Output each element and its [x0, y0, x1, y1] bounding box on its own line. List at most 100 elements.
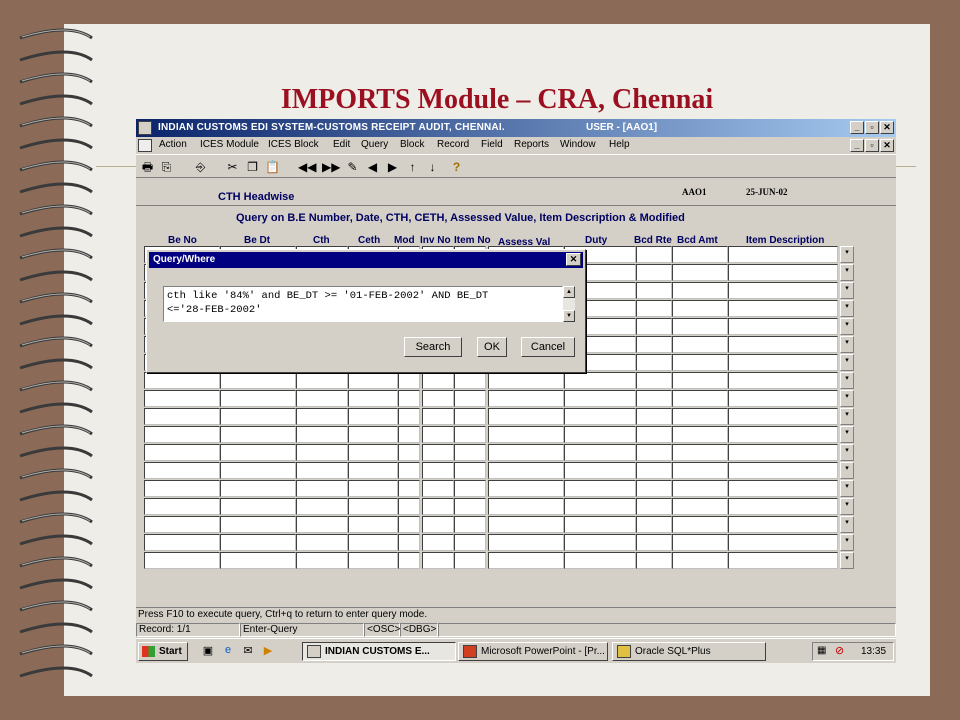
- grid-cell[interactable]: [672, 246, 728, 263]
- scroll-up-icon[interactable]: ▲: [563, 286, 575, 298]
- grid-cell[interactable]: [564, 462, 636, 479]
- grid-cell[interactable]: [144, 462, 220, 479]
- grid-cell[interactable]: [296, 552, 348, 569]
- grid-cell[interactable]: [144, 534, 220, 551]
- minimize-button[interactable]: _: [850, 121, 864, 134]
- row-lov-button[interactable]: ▾: [840, 372, 854, 389]
- grid-cell[interactable]: [348, 552, 398, 569]
- menu-edit[interactable]: Edit: [333, 139, 350, 150]
- query-where-text[interactable]: cth like '84%' and BE_DT >= '01-FEB-2002…: [163, 286, 563, 322]
- doc-close-button[interactable]: ✕: [880, 139, 894, 152]
- grid-cell[interactable]: [728, 282, 838, 299]
- grid-cell[interactable]: [564, 552, 636, 569]
- grid-cell[interactable]: [564, 444, 636, 461]
- ok-button[interactable]: OK: [477, 337, 507, 357]
- cancel-button[interactable]: Cancel: [521, 337, 575, 357]
- grid-cell[interactable]: [488, 480, 564, 497]
- row-lov-button[interactable]: ▾: [840, 498, 854, 515]
- row-lov-button[interactable]: ▾: [840, 462, 854, 479]
- grid-cell[interactable]: [296, 480, 348, 497]
- grid-cell[interactable]: [220, 480, 296, 497]
- down-arrow-icon[interactable]: ↓: [424, 159, 441, 175]
- desktop-icon[interactable]: ▣: [200, 644, 216, 659]
- grid-cell[interactable]: [728, 390, 838, 407]
- grid-cell[interactable]: [564, 372, 636, 389]
- grid-cell[interactable]: [454, 408, 486, 425]
- grid-cell[interactable]: [636, 390, 672, 407]
- row-lov-button[interactable]: ▾: [840, 390, 854, 407]
- grid-cell[interactable]: [488, 390, 564, 407]
- grid-cell[interactable]: [454, 498, 486, 515]
- grid-cell[interactable]: [348, 444, 398, 461]
- grid-cell[interactable]: [454, 372, 486, 389]
- grid-cell[interactable]: [488, 516, 564, 533]
- grid-cell[interactable]: [564, 498, 636, 515]
- menu-query[interactable]: Query: [361, 139, 388, 150]
- grid-cell[interactable]: [296, 390, 348, 407]
- grid-cell[interactable]: [398, 516, 420, 533]
- query-scrollbar[interactable]: ▲ ▼: [563, 286, 575, 322]
- grid-cell[interactable]: [296, 372, 348, 389]
- grid-cell[interactable]: [348, 534, 398, 551]
- grid-cell[interactable]: [422, 426, 454, 443]
- grid-cell[interactable]: [144, 498, 220, 515]
- grid-cell[interactable]: [220, 534, 296, 551]
- grid-cell[interactable]: [636, 552, 672, 569]
- grid-cell[interactable]: [422, 372, 454, 389]
- grid-cell[interactable]: [348, 408, 398, 425]
- grid-cell[interactable]: [672, 264, 728, 281]
- grid-cell[interactable]: [564, 390, 636, 407]
- paste-icon[interactable]: 📋: [264, 159, 281, 175]
- grid-cell[interactable]: [296, 444, 348, 461]
- grid-cell[interactable]: [348, 516, 398, 533]
- grid-cell[interactable]: [296, 408, 348, 425]
- browser-icon[interactable]: e: [220, 644, 236, 659]
- grid-cell[interactable]: [422, 516, 454, 533]
- grid-cell[interactable]: [398, 426, 420, 443]
- grid-cell[interactable]: [672, 516, 728, 533]
- menu-ices-block[interactable]: ICES Block: [268, 139, 319, 150]
- grid-cell[interactable]: [296, 426, 348, 443]
- row-lov-button[interactable]: ▾: [840, 282, 854, 299]
- outlook-icon[interactable]: ✉: [240, 644, 256, 659]
- task-powerpoint[interactable]: Microsoft PowerPoint - [Pr...: [458, 642, 608, 661]
- save-icon[interactable]: 🖶: [139, 159, 156, 175]
- grid-cell[interactable]: [488, 534, 564, 551]
- grid-cell[interactable]: [220, 372, 296, 389]
- grid-cell[interactable]: [672, 444, 728, 461]
- grid-cell[interactable]: [728, 480, 838, 497]
- grid-cell[interactable]: [398, 498, 420, 515]
- grid-cell[interactable]: [636, 246, 672, 263]
- scroll-down-icon[interactable]: ▼: [563, 310, 575, 322]
- grid-cell[interactable]: [672, 282, 728, 299]
- grid-cell[interactable]: [220, 516, 296, 533]
- row-lov-button[interactable]: ▾: [840, 552, 854, 569]
- grid-cell[interactable]: [220, 498, 296, 515]
- grid-cell[interactable]: [488, 462, 564, 479]
- last-record-icon[interactable]: ▶▶: [322, 159, 340, 175]
- grid-cell[interactable]: [296, 516, 348, 533]
- grid-cell[interactable]: [672, 318, 728, 335]
- grid-cell[interactable]: [564, 408, 636, 425]
- grid-cell[interactable]: [398, 462, 420, 479]
- grid-cell[interactable]: [144, 390, 220, 407]
- grid-cell[interactable]: [636, 444, 672, 461]
- grid-cell[interactable]: [728, 372, 838, 389]
- grid-cell[interactable]: [636, 372, 672, 389]
- row-lov-button[interactable]: ▾: [840, 246, 854, 263]
- grid-cell[interactable]: [728, 462, 838, 479]
- grid-cell[interactable]: [636, 318, 672, 335]
- grid-cell[interactable]: [348, 372, 398, 389]
- grid-cell[interactable]: [728, 336, 838, 353]
- next-record-icon[interactable]: ▶: [384, 159, 401, 175]
- grid-cell[interactable]: [454, 516, 486, 533]
- grid-cell[interactable]: [672, 354, 728, 371]
- help-icon[interactable]: ?: [448, 159, 465, 175]
- grid-cell[interactable]: [398, 390, 420, 407]
- row-lov-button[interactable]: ▾: [840, 444, 854, 461]
- up-arrow-icon[interactable]: ↑: [404, 159, 421, 175]
- grid-cell[interactable]: [348, 462, 398, 479]
- grid-cell[interactable]: [636, 264, 672, 281]
- grid-cell[interactable]: [220, 444, 296, 461]
- grid-cell[interactable]: [636, 282, 672, 299]
